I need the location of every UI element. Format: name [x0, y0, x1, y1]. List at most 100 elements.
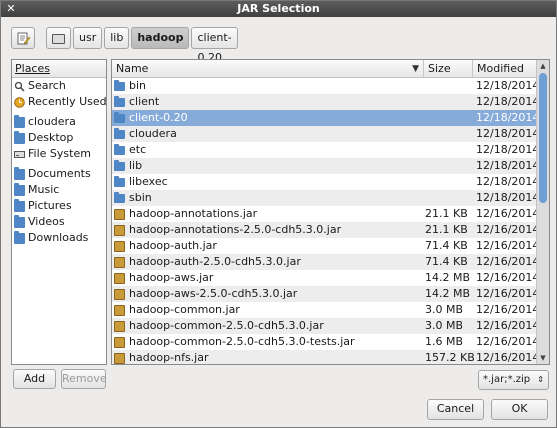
file-modified: 12/16/2014 — [476, 303, 540, 316]
close-icon[interactable]: ✕ — [5, 3, 17, 15]
file-name: sbin — [129, 191, 152, 204]
place-label: File System — [28, 147, 91, 160]
file-modified: 12/16/2014 — [476, 207, 540, 220]
updown-arrows-icon: ⇕ — [537, 375, 544, 384]
file-row[interactable]: hadoop-auth.jar 71.4 KB 12/16/2014 — [112, 238, 540, 254]
file-name-cell: hadoop-auth-2.5.0-cdh5.3.0.jar — [114, 254, 422, 270]
jar-file-icon — [114, 256, 125, 268]
column-modified-header[interactable]: Modified — [473, 60, 538, 77]
breadcrumb-hadoop[interactable]: hadoop — [131, 27, 190, 49]
file-row[interactable]: hadoop-common-2.5.0-cdh5.3.0.jar 3.0 MB 12… — [112, 318, 540, 334]
place-downloads[interactable]: Downloads — [12, 230, 106, 246]
file-modified: 12/16/2014 — [476, 287, 540, 300]
jar-file-icon — [114, 320, 125, 332]
file-name: lib — [129, 159, 143, 172]
place-recently-used[interactable]: Recently Used — [12, 94, 106, 110]
file-modified: 12/18/2014 — [476, 79, 540, 92]
search-icon — [14, 81, 25, 92]
place-cloudera[interactable]: cloudera — [12, 114, 106, 130]
file-row[interactable]: hadoop-common-2.5.0-cdh5.3.0-tests.jar 1.… — [112, 334, 539, 350]
drive-icon — [14, 150, 25, 158]
folder-icon — [114, 191, 125, 203]
place-pictures[interactable]: Pictures — [12, 198, 106, 214]
drive-icon — [52, 34, 65, 44]
jar-file-icon — [114, 304, 125, 316]
file-name: client-0.20 — [129, 111, 188, 124]
file-modified: 12/16/2014 — [476, 319, 540, 332]
type-location-button[interactable] — [11, 27, 35, 49]
place-label: Pictures — [28, 199, 72, 212]
file-row[interactable]: hadoop-auth-2.5.0-cdh5.3.0.jar 71.4 KB 12/… — [112, 254, 539, 270]
file-name-cell: hadoop-annotations-2.5.0-cdh5.3.0.jar — [114, 222, 422, 238]
folder-icon — [14, 230, 25, 244]
places-header[interactable]: Places — [12, 60, 106, 78]
place-search[interactable]: Search — [12, 78, 106, 94]
place-file-system[interactable]: File System — [12, 146, 106, 162]
scroll-down-icon[interactable]: ▼ — [537, 352, 549, 364]
file-name: hadoop-annotations.jar — [129, 207, 258, 220]
column-size-label: Size — [428, 62, 451, 75]
folder-icon — [14, 166, 25, 180]
scrollbar-thumb[interactable] — [539, 73, 547, 203]
file-name: hadoop-aws-2.5.0-cdh5.3.0.jar — [129, 287, 298, 300]
file-rows: bin 12/18/2014 client 12/18/2014 client-0.20… — [112, 78, 540, 364]
file-name: libexec — [129, 175, 168, 188]
column-name-label: Name — [116, 62, 149, 75]
place-music[interactable]: Music — [12, 182, 106, 198]
file-size: 1.6 MB — [425, 335, 464, 348]
jar-file-icon — [114, 288, 125, 300]
file-filter-select[interactable]: *.jar;*.zip ⇕ — [478, 370, 549, 390]
breadcrumb-usr[interactable]: usr — [73, 27, 103, 49]
file-name-cell: sbin — [114, 190, 422, 206]
file-size: 3.0 MB — [425, 319, 464, 332]
place-documents[interactable]: Documents — [12, 166, 106, 182]
file-name: cloudera — [129, 127, 177, 140]
file-row[interactable]: hadoop-nfs.jar 157.2 KB 12/16/2014 — [112, 350, 540, 364]
column-size-header[interactable]: Size — [424, 60, 473, 77]
breadcrumb: usr lib hadoop client-0.20 — [46, 27, 240, 64]
recent-icon — [14, 96, 25, 108]
folder-icon — [114, 127, 125, 139]
add-button[interactable]: Add — [13, 369, 56, 389]
column-name-header[interactable]: Name ▼ — [112, 60, 424, 77]
ok-button[interactable]: OK — [491, 399, 548, 420]
file-name-cell: hadoop-common-2.5.0-cdh5.3.0.jar — [114, 318, 422, 334]
file-size: 14.2 MB — [425, 271, 471, 284]
file-row[interactable]: bin 12/18/2014 — [112, 78, 540, 94]
file-row[interactable]: hadoop-annotations.jar 21.1 KB 12/16/2014 — [112, 206, 540, 222]
remove-button[interactable]: Remove — [61, 369, 107, 389]
file-row[interactable]: client-0.20 12/18/2014 — [112, 110, 539, 126]
file-name: hadoop-common.jar — [129, 303, 240, 316]
file-row[interactable]: lib 12/18/2014 — [112, 158, 539, 174]
file-modified: 12/16/2014 — [476, 239, 540, 252]
file-size: 21.1 KB — [425, 223, 468, 236]
folder-icon — [114, 175, 125, 187]
file-row[interactable]: hadoop-aws.jar 14.2 MB 12/16/2014 — [112, 270, 539, 286]
file-row[interactable]: client 12/18/2014 — [112, 94, 539, 110]
place-label: Videos — [28, 215, 65, 228]
place-videos[interactable]: Videos — [12, 214, 106, 230]
file-row[interactable]: libexec 12/18/2014 — [112, 174, 539, 190]
file-size: 21.1 KB — [425, 207, 468, 220]
breadcrumb-root[interactable] — [46, 27, 71, 49]
file-name: client — [129, 95, 160, 108]
breadcrumb-lib[interactable]: lib — [104, 27, 130, 49]
jar-file-icon — [114, 272, 125, 284]
file-row[interactable]: sbin 12/18/2014 — [112, 190, 539, 206]
file-row[interactable]: hadoop-aws-2.5.0-cdh5.3.0.jar 14.2 MB 12/1… — [112, 286, 540, 302]
file-row[interactable]: hadoop-common.jar 3.0 MB 12/16/2014 — [112, 302, 540, 318]
file-row[interactable]: cloudera 12/18/2014 — [112, 126, 539, 142]
jar-file-icon — [114, 352, 125, 364]
breadcrumb-client-0-20[interactable]: client-0.20 — [191, 27, 238, 64]
file-row[interactable]: hadoop-annotations-2.5.0-cdh5.3.0.jar 21.… — [112, 222, 539, 238]
file-row[interactable]: etc 12/18/2014 — [112, 142, 539, 158]
file-name-cell: hadoop-aws.jar — [114, 270, 422, 286]
scroll-up-icon[interactable]: ▲ — [537, 60, 549, 72]
cancel-button[interactable]: Cancel — [427, 399, 484, 420]
file-name-cell: hadoop-nfs.jar — [114, 350, 422, 364]
folder-icon — [114, 143, 125, 155]
file-name-cell: hadoop-auth.jar — [114, 238, 422, 254]
vertical-scrollbar[interactable]: ▲ ▼ — [536, 60, 549, 364]
file-modified: 12/16/2014 — [476, 351, 540, 364]
place-desktop[interactable]: Desktop — [12, 130, 106, 146]
